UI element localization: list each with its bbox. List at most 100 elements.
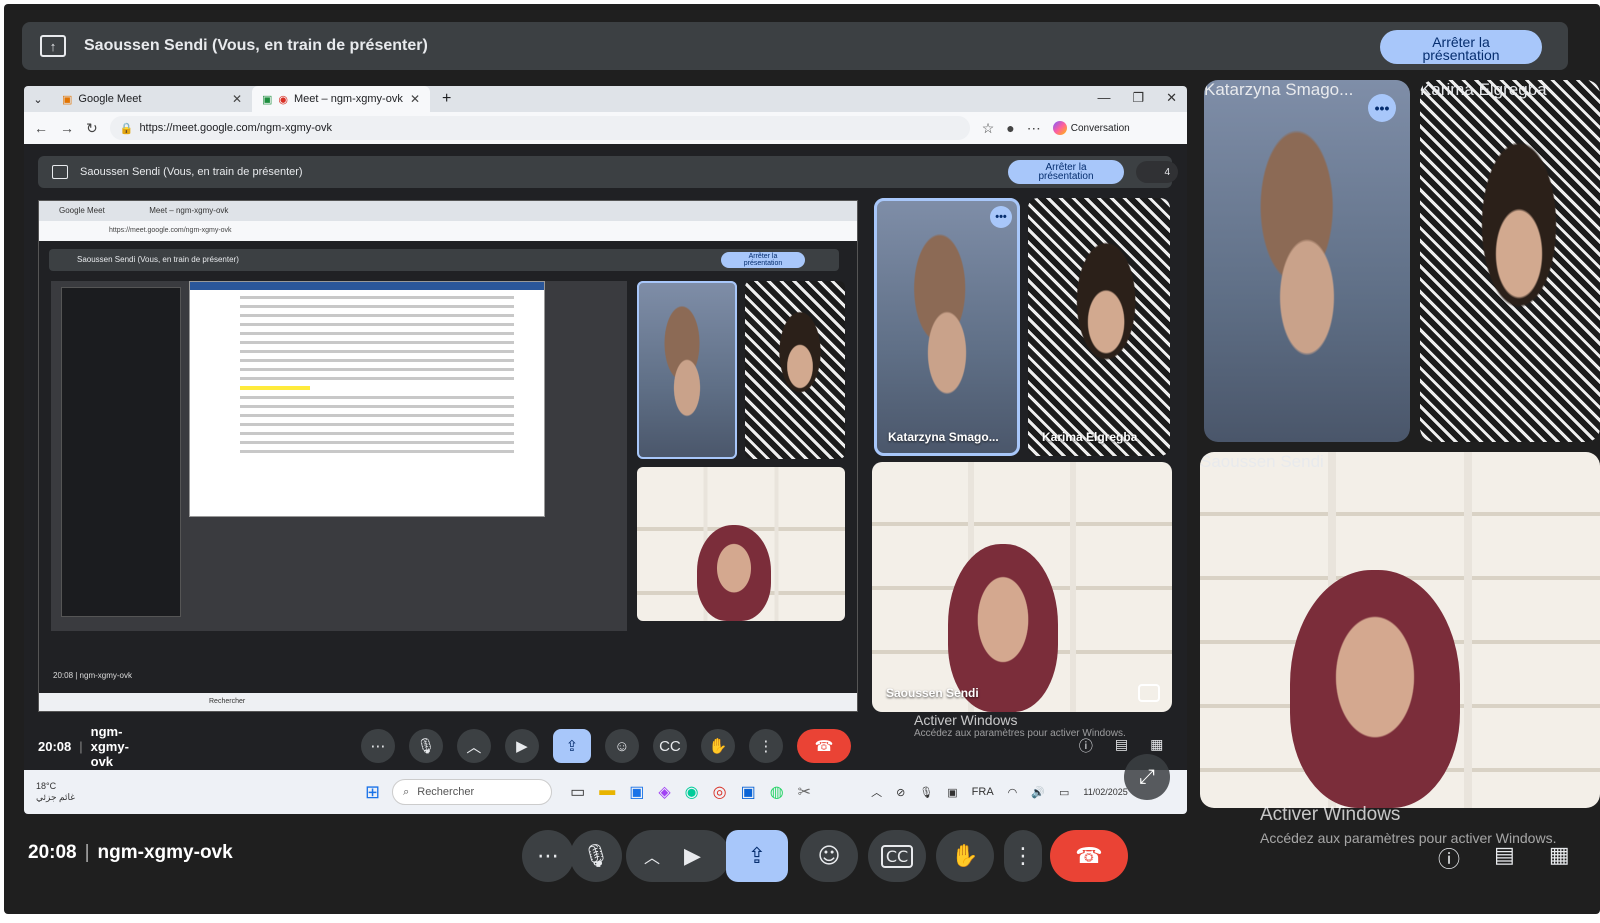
snipping-tool-icon[interactable]: ✂ — [798, 782, 811, 802]
meet-favicon-icon: ▣ — [62, 93, 73, 106]
inner-stop-presenting-button[interactable]: Arrêter la présentation — [1008, 160, 1124, 184]
more-options-icon[interactable]: ••• — [1368, 94, 1396, 122]
copilot-app-icon[interactable]: ◈ — [658, 782, 670, 802]
inner-tile-karima[interactable]: Karima Elgregba — [1028, 198, 1170, 456]
chat-icon[interactable]: ▤ — [1494, 842, 1515, 874]
restore-icon[interactable]: ❐ — [1132, 90, 1144, 106]
raise-hand-button[interactable]: ✋ — [936, 830, 994, 882]
rec-tile-katarzyna — [637, 281, 737, 459]
copilot-icon — [1052, 121, 1067, 135]
tab-google-meet[interactable]: ▣ Google Meet ✕ — [52, 86, 252, 112]
tab-list-chevron-icon[interactable]: ⌄ — [24, 93, 52, 106]
highlighted-text — [240, 386, 310, 390]
profile-icon[interactable]: ● — [1006, 120, 1014, 136]
stop-presenting-button[interactable]: Arrêter la présentation — [1380, 30, 1542, 64]
edge-icon[interactable]: ◉ — [685, 782, 699, 802]
windows-start-icon[interactable]: ⊞ — [365, 782, 380, 803]
participant-name: Karima Elgregba — [1042, 430, 1138, 444]
meet-control-bar: 20:08 | ngm-xgmy-ovk ⋯ 🎙 ︿ ▶ ⇪ ☺ CC ✋ ⋮ ☎ … — [4, 812, 1600, 898]
participant-name: Katarzyna Smago... — [1204, 80, 1354, 99]
inner-tile-saoussen[interactable]: Saoussen Sendi — [872, 462, 1172, 712]
activities-icon[interactable]: ▦ — [1150, 736, 1163, 756]
system-tray: ︿ ⊘ 🎙 ▣ FRA ◠ 🔊 ▭ 11/02/2025 — [871, 784, 1128, 800]
weather-widget[interactable]: 18°C غائم جزئي — [36, 781, 75, 803]
tab-meet-call[interactable]: ▣ ◉ Meet – ngm-xgmy-ovk ✕ — [252, 86, 430, 112]
microphone-icon[interactable]: 🎙 — [408, 729, 443, 763]
whatsapp-icon[interactable]: ◍ — [770, 782, 784, 802]
mute-icon[interactable]: ⊘ — [896, 786, 905, 799]
volume-icon[interactable]: 🔊 — [1031, 786, 1045, 799]
more-vert-icon[interactable]: ⋮ — [748, 729, 783, 763]
tile-karima[interactable]: Karima Elgregba — [1420, 80, 1600, 442]
more-options-icon[interactable]: ••• — [990, 206, 1012, 228]
tile-katarzyna[interactable]: ••• Katarzyna Smago... — [1204, 80, 1410, 442]
battery-icon[interactable]: ▭ — [1059, 786, 1069, 799]
rec-tab1: Google Meet — [59, 206, 105, 215]
activities-icon[interactable]: ▦ — [1549, 842, 1570, 874]
copilot-conversation-button[interactable]: Conversation — [1052, 121, 1130, 135]
inner-control-buttons: ⋯ 🎙 ︿ ▶ ⇪ ☺ CC ✋ ⋮ ☎ — [360, 729, 851, 763]
more-vert-button[interactable]: ⋮ — [1004, 830, 1042, 882]
language-indicator[interactable]: FRA — [972, 786, 994, 798]
camera-icon: ▶ — [684, 843, 701, 869]
raise-hand-icon: ✋ — [951, 843, 979, 869]
reload-icon[interactable]: ↻ — [86, 120, 98, 137]
pin-icon[interactable] — [1138, 684, 1160, 702]
star-icon[interactable]: ☆ — [982, 120, 995, 137]
address-bar[interactable]: 🔒 https://meet.google.com/ngm-xgmy-ovk — [109, 116, 970, 140]
close-window-icon[interactable]: ✕ — [1166, 90, 1177, 106]
info-icon[interactable]: ⓘ — [1438, 842, 1460, 874]
task-view-icon[interactable]: ▭ — [570, 782, 585, 802]
more-icon[interactable]: ⋯ — [360, 729, 395, 763]
rec-tab2: Meet – ngm-xgmy-ovk — [149, 206, 229, 215]
camera-icon[interactable]: ▶ — [504, 729, 539, 763]
more-icon[interactable]: ⋯ — [1027, 120, 1041, 137]
close-tab-icon[interactable]: ✕ — [410, 92, 420, 106]
chevron-up-icon[interactable]: ︿ — [456, 729, 491, 763]
taskbar-date: 11/02/2025 — [1083, 787, 1128, 797]
participant-count-badge[interactable]: 4 — [1136, 161, 1178, 183]
taskbar-search[interactable]: ⌕ Rechercher — [392, 779, 553, 805]
recording-dot-icon: ◉ — [278, 93, 289, 106]
document-page — [189, 281, 545, 517]
leave-call-button[interactable]: ☎ — [796, 729, 851, 763]
wifi-icon[interactable]: ◠ — [1008, 786, 1018, 799]
close-tab-icon[interactable]: ✕ — [232, 92, 242, 106]
expand-icon[interactable]: ⤢ — [1124, 754, 1170, 800]
inner-right-icons: ⓘ ▤ ▦ 🔒 — [1079, 736, 1187, 756]
raise-hand-icon[interactable]: ✋ — [700, 729, 735, 763]
chrome-icon[interactable]: ◎ — [713, 782, 727, 802]
participant-name: Karima Elgregba — [1420, 80, 1547, 99]
host-controls-icon[interactable]: 🔒 — [1185, 736, 1187, 756]
camera-button[interactable]: ︿ ▶ — [626, 830, 730, 882]
outlook-icon[interactable]: ▣ — [741, 782, 756, 802]
present-button[interactable]: ⇪ — [552, 729, 591, 763]
forward-icon[interactable]: → — [60, 120, 74, 136]
file-explorer-icon[interactable]: ▬ — [599, 782, 615, 802]
nested-thumbnails — [61, 287, 181, 617]
more-horiz-icon: ⋯ — [537, 843, 559, 869]
new-tab-icon[interactable]: + — [442, 90, 451, 108]
hang-up-icon: ☎ — [1075, 843, 1103, 869]
present-screen-icon: ↑ — [40, 35, 66, 57]
more-options-button[interactable]: ⋯ — [522, 830, 574, 882]
tile-saoussen[interactable]: Saoussen Sendi — [1200, 452, 1600, 808]
minimize-icon[interactable]: — — [1097, 90, 1110, 106]
emoji-icon[interactable]: ☺ — [604, 729, 639, 763]
present-now-button[interactable]: ⇪ — [726, 830, 788, 882]
store-icon[interactable]: ▣ — [629, 782, 644, 802]
info-icon[interactable]: ⓘ — [1079, 736, 1093, 756]
chat-icon[interactable]: ▤ — [1115, 736, 1128, 756]
microphone-button[interactable]: 🎙 — [570, 830, 622, 882]
captions-button[interactable]: CC — [868, 830, 926, 882]
leave-call-button[interactable]: ☎ — [1050, 830, 1128, 882]
inner-tile-katarzyna[interactable]: ••• Katarzyna Smago... — [874, 198, 1020, 456]
mic-tray-icon[interactable]: 🎙 — [919, 786, 933, 799]
back-icon[interactable]: ← — [34, 120, 48, 136]
captions-icon[interactable]: CC — [652, 729, 687, 763]
reactions-button[interactable]: ☺ — [800, 830, 858, 882]
camera-tray-icon[interactable]: ▣ — [947, 786, 957, 799]
tab-label: Meet – ngm-xgmy-ovk — [294, 93, 403, 105]
tray-chevron-icon[interactable]: ︿ — [871, 784, 882, 800]
windows-taskbar: 18°C غائم جزئي ⊞ ⌕ Rechercher ▭ ▬ ▣ ◈ ◉ … — [24, 770, 1187, 814]
